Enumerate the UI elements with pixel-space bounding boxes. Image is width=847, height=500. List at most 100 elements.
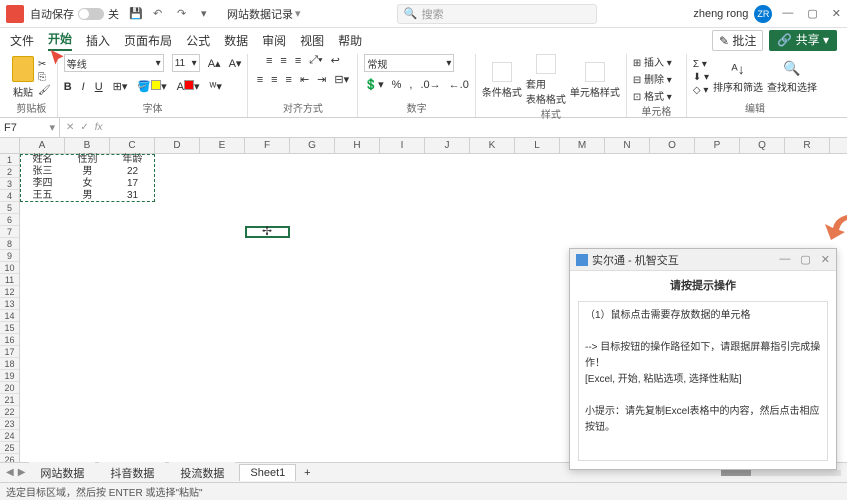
format-painter-icon[interactable]: 🖌 — [38, 85, 51, 96]
indent-decrease-icon[interactable]: ⇤ — [300, 73, 309, 86]
share-button[interactable]: 🔗 共享 ▾ — [769, 30, 837, 51]
row-header[interactable]: 24 — [0, 430, 19, 442]
row-header[interactable]: 19 — [0, 370, 19, 382]
phonetic-button[interactable]: ᵂ▾ — [210, 80, 222, 93]
maximize-icon[interactable]: ▢ — [800, 253, 810, 266]
col-header[interactable]: Q — [740, 138, 785, 153]
font-name-select[interactable]: 等线▾ — [64, 54, 164, 72]
row-header[interactable]: 9 — [0, 250, 19, 262]
wrap-text-icon[interactable]: ↩ — [331, 54, 340, 67]
autosave-toggle[interactable]: 自动保存 关 — [30, 6, 119, 22]
row-header[interactable]: 6 — [0, 214, 19, 226]
cell[interactable]: 李四 — [20, 178, 65, 190]
cell[interactable]: 17 — [110, 178, 155, 190]
row-header[interactable]: 2 — [0, 166, 19, 178]
cell[interactable]: 张三 — [20, 166, 65, 178]
comments-button[interactable]: ✎ 批注 — [712, 30, 763, 51]
tab-page-layout[interactable]: 页面布局 — [124, 32, 172, 49]
indent-increase-icon[interactable]: ⇥ — [317, 73, 326, 86]
sheet-tab[interactable]: Sheet1 — [239, 464, 296, 481]
document-name[interactable]: 网站数据记录 — [227, 6, 293, 22]
cell[interactable]: 男 — [65, 166, 110, 178]
fx-icon[interactable]: fx — [95, 122, 103, 133]
autosum-button[interactable]: Σ ▾ — [693, 59, 709, 70]
sort-filter-button[interactable]: ᴬ↓排序和筛选 — [713, 61, 763, 94]
increase-decimal-icon[interactable]: .0→ — [420, 79, 440, 91]
align-bottom-icon[interactable]: ≡ — [295, 55, 301, 67]
row-header[interactable]: 7 — [0, 226, 19, 238]
row-header[interactable]: 3 — [0, 178, 19, 190]
col-header[interactable]: D — [155, 138, 200, 153]
copy-icon[interactable]: ⎘ — [38, 72, 51, 83]
cell[interactable]: 姓名 — [20, 154, 65, 166]
tab-file[interactable]: 文件 — [10, 32, 34, 49]
bold-button[interactable]: B — [64, 81, 72, 93]
font-color-button[interactable]: A▾ — [177, 80, 200, 93]
row-header[interactable]: 14 — [0, 310, 19, 322]
cell[interactable]: 女 — [65, 178, 110, 190]
minimize-icon[interactable]: — — [782, 7, 793, 20]
row-header[interactable]: 11 — [0, 274, 19, 286]
col-header[interactable]: F — [245, 138, 290, 153]
font-size-select[interactable]: 11▾ — [172, 54, 200, 72]
comma-icon[interactable]: , — [409, 79, 412, 91]
row-header[interactable]: 12 — [0, 286, 19, 298]
cond-format-button[interactable]: 条件格式 — [482, 62, 522, 99]
col-header[interactable]: H — [335, 138, 380, 153]
tab-help[interactable]: 帮助 — [338, 32, 362, 49]
sheet-nav-next-icon[interactable]: ▶ — [18, 467, 26, 478]
col-header[interactable]: R — [785, 138, 830, 153]
decrease-decimal-icon[interactable]: ←.0 — [449, 79, 469, 91]
cell[interactable]: 性别 — [65, 154, 110, 166]
cancel-formula-icon[interactable]: ✕ — [66, 122, 74, 133]
name-box[interactable]: F7 ▾ — [0, 118, 60, 137]
cell[interactable]: 年龄 — [110, 154, 155, 166]
clear-button[interactable]: ◇ ▾ — [693, 85, 709, 96]
align-right-icon[interactable]: ≡ — [286, 74, 292, 86]
underline-button[interactable]: U — [95, 81, 103, 93]
col-header[interactable]: E — [200, 138, 245, 153]
align-middle-icon[interactable]: ≡ — [280, 55, 286, 67]
row-header[interactable]: 23 — [0, 418, 19, 430]
percent-icon[interactable]: % — [392, 79, 402, 91]
save-icon[interactable]: 💾 — [129, 7, 143, 21]
sheet-nav-prev-icon[interactable]: ◀ — [6, 467, 14, 478]
tab-data[interactable]: 数据 — [224, 32, 248, 49]
row-header[interactable]: 8 — [0, 238, 19, 250]
row-header[interactable]: 17 — [0, 346, 19, 358]
row-header[interactable]: 21 — [0, 394, 19, 406]
cell[interactable]: 31 — [110, 190, 155, 202]
table-format-button[interactable]: 套用 表格格式 — [526, 54, 566, 106]
align-left-icon[interactable]: ≡ — [257, 74, 263, 86]
row-header[interactable]: 20 — [0, 382, 19, 394]
cell[interactable]: 男 — [65, 190, 110, 202]
row-header[interactable]: 16 — [0, 334, 19, 346]
increase-font-icon[interactable]: A▴ — [208, 57, 221, 70]
tab-insert[interactable]: 插入 — [86, 32, 110, 49]
align-top-icon[interactable]: ≡ — [266, 55, 272, 67]
add-sheet-button[interactable]: + — [300, 467, 314, 479]
horizontal-scrollbar[interactable] — [721, 470, 841, 476]
sheet-tab[interactable]: 抖音数据 — [99, 462, 165, 484]
tab-review[interactable]: 审阅 — [262, 32, 286, 49]
col-header[interactable]: P — [695, 138, 740, 153]
col-header[interactable]: A — [20, 138, 65, 153]
sheet-tab[interactable]: 投流数据 — [169, 462, 235, 484]
row-header[interactable]: 25 — [0, 442, 19, 454]
number-format-select[interactable]: 常规▾ — [364, 54, 454, 72]
row-header[interactable]: 15 — [0, 322, 19, 334]
col-header[interactable]: B — [65, 138, 110, 153]
col-header[interactable]: O — [650, 138, 695, 153]
cell-style-button[interactable]: 单元格样式 — [570, 62, 620, 99]
user-account[interactable]: zheng rong ZR — [693, 5, 772, 23]
redo-icon[interactable]: ↷ — [177, 7, 191, 21]
col-header[interactable]: C — [110, 138, 155, 153]
insert-cells-button[interactable]: ⊞ 插入 ▾ — [633, 54, 672, 69]
border-button[interactable]: ⊞▾ — [113, 80, 128, 93]
tab-view[interactable]: 视图 — [300, 32, 324, 49]
row-header[interactable]: 10 — [0, 262, 19, 274]
col-header[interactable]: I — [380, 138, 425, 153]
dialog-titlebar[interactable]: 实尔通 - 机智交互 — ▢ ✕ — [570, 249, 836, 271]
decrease-font-icon[interactable]: A▾ — [229, 57, 242, 70]
align-center-icon[interactable]: ≡ — [271, 74, 277, 86]
